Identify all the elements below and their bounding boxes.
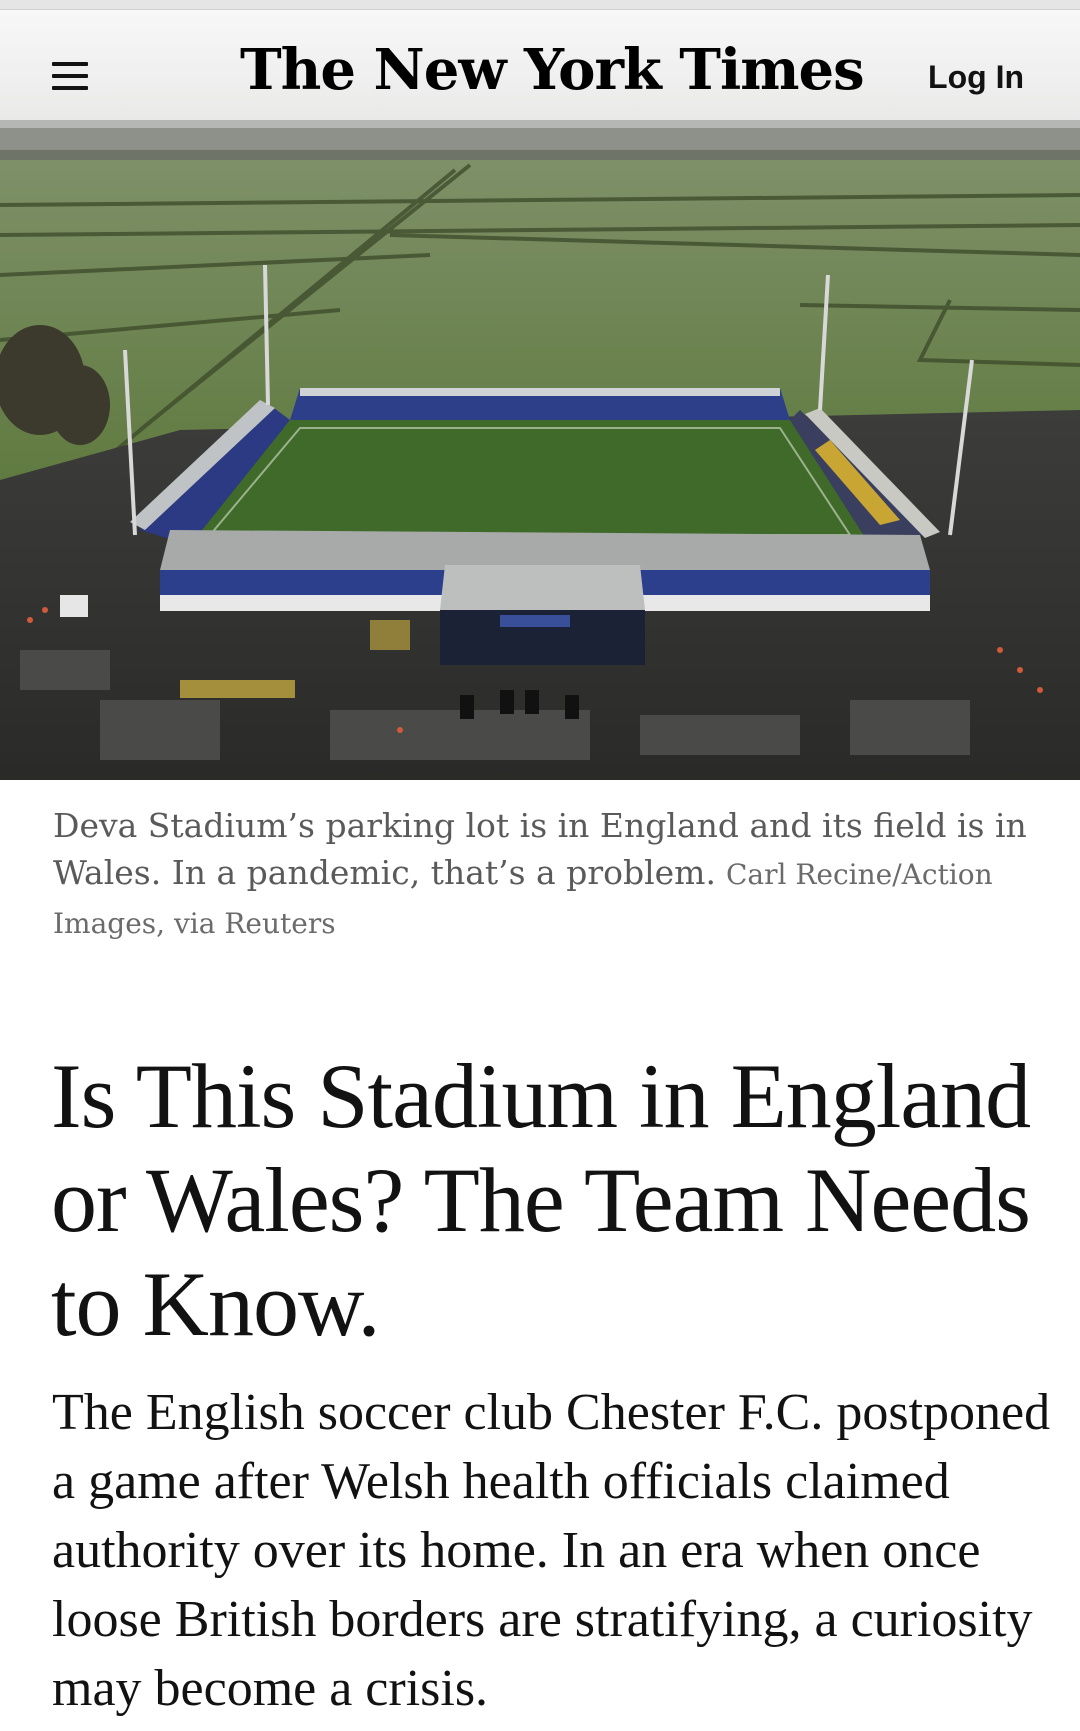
login-button[interactable]: Log In (928, 52, 1024, 102)
article-headline: Is This Stadium in England or Wales? The… (51, 1045, 1031, 1355)
nyt-logo[interactable]: The New York Times (240, 30, 865, 110)
masthead: The New York Times Log In (0, 10, 1080, 128)
top-rule (0, 0, 1080, 10)
photo-caption: Deva Stadium’s parking lot is in England… (53, 802, 1033, 947)
hamburger-menu-icon[interactable] (46, 57, 96, 97)
article-summary: The English soccer club Chester F.C. pos… (52, 1384, 1051, 1717)
